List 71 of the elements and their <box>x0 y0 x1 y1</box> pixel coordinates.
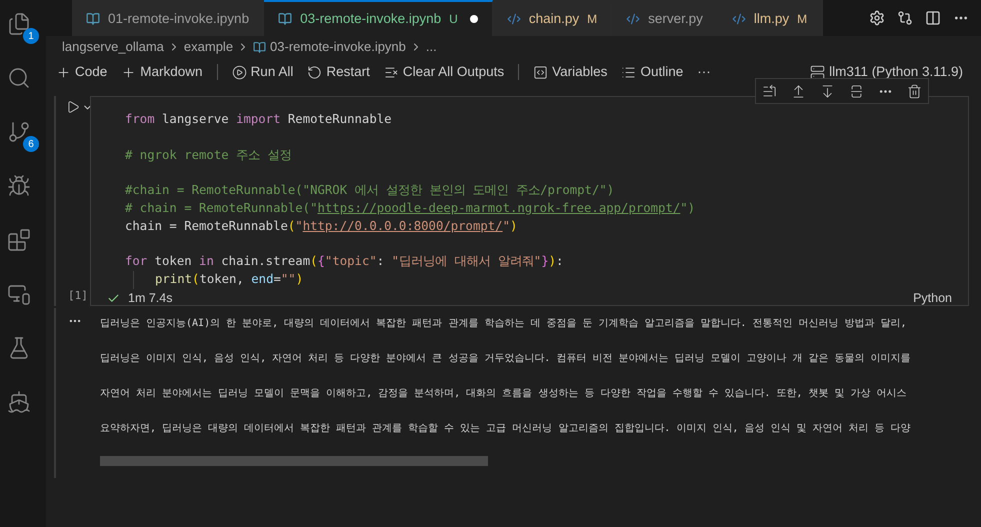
breadcrumb-item[interactable]: 03-remote-invoke.ipynb <box>270 37 406 57</box>
python-icon <box>732 12 746 26</box>
restart-icon <box>307 64 322 80</box>
tab-label: 03-remote-invoke.ipynb <box>300 10 442 28</box>
tab-status: M <box>587 11 598 28</box>
editor-tab[interactable]: chain.py M <box>492 0 612 36</box>
python-icon <box>506 12 521 26</box>
run-cell-icon[interactable] <box>66 100 80 114</box>
editor-tab[interactable]: server.py <box>612 0 718 36</box>
bug-icon <box>7 174 31 198</box>
activity-item[interactable]: 6 <box>7 120 39 152</box>
editor-tab[interactable]: 01-remote-invoke.ipynb <box>72 0 264 36</box>
notification-badge: 1 <box>23 28 39 44</box>
toolbar-button[interactable]: Code <box>56 62 108 82</box>
output-line: 자연어 처리 분야에서는 딥러닝 모델이 문맥을 이해하고, 감정을 분석하며, 대화의 흐름을 생성하는 등 다양한 작업을 수행할 수 있습니다. 또한, 챗봇 및 가상 어시스 <box>100 387 907 401</box>
activity-item[interactable]: 1 <box>7 12 39 44</box>
files-icon <box>7 12 31 36</box>
execution-time: 1m 7.4s <box>128 290 172 307</box>
tab-label: chain.py <box>528 10 580 28</box>
output-line: 딥러닝은 이미지 인식, 음성 인식, 자연어 처리 등 다양한 분야에서 큰 성공을 거두었습니다. 컴퓨터 비전 분야에서는 딥러닝 모델이 고양이나 개 같은 동물의 이미지를 <box>100 352 911 366</box>
search-icon <box>7 66 31 90</box>
horizontal-scrollbar[interactable] <box>100 456 488 466</box>
toolbar-button[interactable]: Restart <box>307 62 370 82</box>
run-icon <box>232 64 247 80</box>
output-line: 딥러닝은 인공지능(AI)의 한 분야로, 대량의 데이터에서 복잡한 패턴과 관계를 학습하는 데 중점을 둔 기계학습 알고리즘을 말합니다. 전통적인 머신러닝 방법과 달리, <box>100 317 907 331</box>
code-line: print(token, end="") <box>155 271 304 288</box>
toolbar-button[interactable]: Markdown <box>121 62 203 82</box>
breadcrumb-item[interactable]: example <box>184 37 234 57</box>
compare-icon[interactable] <box>897 10 913 26</box>
notebook-icon <box>86 12 100 26</box>
notebook-icon <box>278 12 292 26</box>
output-line: 요약하자면, 딥러닝은 대량의 데이터에서 복잡한 패턴과 관계를 학습할 수 있는 고급 머신러닝 알고리즘의 집합입니다. 이미지 인식, 음성 인식 및 자연어 처리 등 다양 <box>100 422 911 436</box>
toolbar-button[interactable]: Run All <box>232 62 294 82</box>
code-line: for token in chain.stream({"topic": "딥러닝에 대해서 알려줘"}): <box>125 253 564 270</box>
clear-icon <box>384 64 399 80</box>
python-icon <box>626 12 640 26</box>
breadcrumb-item[interactable]: langserve_ollama <box>62 37 164 57</box>
blocks-icon <box>7 228 31 252</box>
toolbar-button[interactable]: ··· <box>697 62 711 82</box>
kernel-picker[interactable]: llm311 (Python 3.11.9) <box>810 62 963 82</box>
tab-label: 01-remote-invoke.ipynb <box>108 10 250 28</box>
ship-icon <box>7 390 31 414</box>
server-icon <box>810 64 826 80</box>
settings-icon[interactable] <box>869 10 885 26</box>
editor-tab[interactable]: llm.py M <box>718 0 822 36</box>
execute-above-icon[interactable] <box>762 84 777 98</box>
toolbar-button[interactable]: Variables <box>533 62 608 82</box>
editor-tab[interactable]: 03-remote-invoke.ipynb U <box>264 0 493 36</box>
code-line: #chain = RemoteRunnable("NGROK 에서 설정한 본인의 도메인 주소/prompt/") <box>125 182 614 200</box>
variables-icon <box>533 64 548 80</box>
breadcrumb-item[interactable]: ... <box>426 37 437 57</box>
toolbar-button[interactable]: Clear All Outputs <box>384 62 504 82</box>
notification-badge: 6 <box>23 136 39 152</box>
tab-label: server.py <box>648 10 703 28</box>
notebook-icon <box>253 40 266 54</box>
tab-status: U <box>449 11 458 28</box>
tab-status: M <box>797 11 808 28</box>
code-line: chain = RemoteRunnable("http://0.0.0.0:8000/prompt/") <box>125 218 518 235</box>
code-line: from langserve import RemoteRunnable <box>125 111 392 128</box>
toolbar-button[interactable]: Outline <box>621 62 684 82</box>
code-line: # ngrok remote 주소 설정 <box>125 146 292 164</box>
split-editor-icon[interactable] <box>925 10 941 26</box>
run-above-icon[interactable] <box>791 84 806 98</box>
delete-icon[interactable] <box>907 84 922 98</box>
code-line: # chain = RemoteRunnable("https://poodle-deep-marmot.ngrok-free.app/prompt/") <box>125 200 696 217</box>
code-cell[interactable] <box>90 96 969 306</box>
cell-language[interactable]: Python <box>913 288 952 308</box>
execution-count: [1] <box>67 288 88 304</box>
run-below-icon[interactable] <box>820 84 835 98</box>
split-cell-icon[interactable] <box>849 84 864 98</box>
tab-label: llm.py <box>754 10 790 28</box>
